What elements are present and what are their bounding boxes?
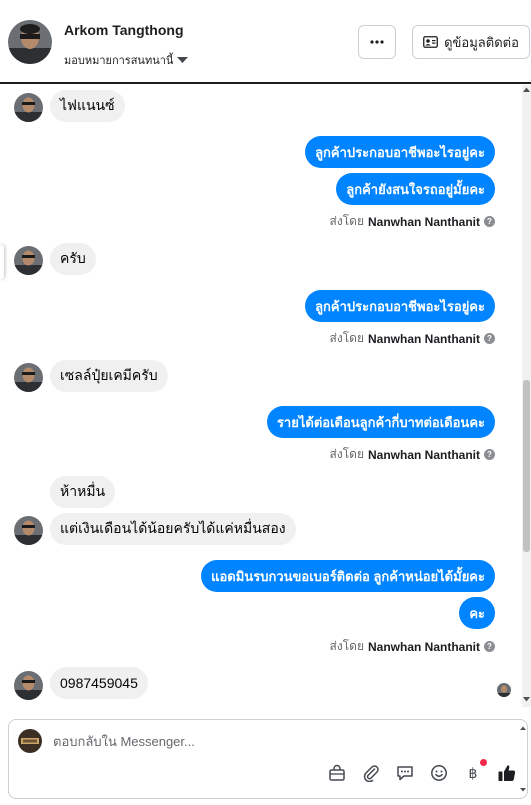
ellipsis-icon: [370, 40, 384, 44]
agent-name: Nanwhan Nanthanit: [367, 447, 480, 462]
customer-name[interactable]: Arkom Tangthong: [64, 22, 184, 38]
outgoing-message[interactable]: ลูกค้ายังสนใจรถอยู่มั้ยคะ: [336, 173, 495, 205]
outgoing-message[interactable]: คะ: [459, 597, 495, 629]
notification-dot: [480, 759, 487, 766]
sent-by-label: ส่งโดย Nanwhan Nanthanit ?: [330, 329, 495, 348]
customer-avatar: [14, 246, 43, 275]
outgoing-message[interactable]: แอดมินรบกวนขอเบอร์ติดต่อ ลูกค้าหน่อยได้ม…: [201, 560, 495, 592]
outgoing-message[interactable]: ลูกค้าประกอบอาชีพอะไรอยู่คะ: [305, 136, 495, 168]
sent-by-label: ส่งโดย Nanwhan Nanthanit ?: [330, 637, 495, 656]
assign-label: มอบหมายการสนทนานี้: [64, 55, 174, 67]
svg-text:฿: ฿: [469, 766, 478, 782]
message-thread[interactable]: ไฟแนนซ์ ลูกค้าประกอบอาชีพอะไรอยู่คะ ลูกค…: [0, 85, 531, 707]
help-icon[interactable]: ?: [484, 333, 495, 344]
view-contact-button[interactable]: ดูข้อมูลติดต่อ: [412, 25, 530, 59]
scrollbar[interactable]: [522, 85, 531, 707]
sent-by-label: ส่งโดย Nanwhan Nanthanit ?: [330, 212, 495, 231]
incoming-message[interactable]: เซลล์ปุ๋ยเคมีครับ: [50, 360, 168, 392]
help-icon[interactable]: ?: [484, 449, 495, 460]
customer-avatar: [14, 671, 43, 700]
assign-conversation[interactable]: มอบหมายการสนทนานี้: [64, 51, 189, 69]
attach-icon[interactable]: [361, 763, 381, 783]
agent-name: Nanwhan Nanthanit: [367, 214, 480, 229]
conversation-header: Arkom Tangthong มอบหมายการสนทนานี้ ดูข้อ…: [0, 0, 531, 84]
emoji-icon[interactable]: [429, 763, 449, 783]
reply-input[interactable]: [53, 734, 493, 749]
incoming-message[interactable]: ห้าหมื่น: [50, 476, 116, 508]
incoming-message[interactable]: ไฟแนนซ์: [50, 90, 125, 122]
customer-avatar: [14, 516, 43, 545]
like-icon[interactable]: [497, 763, 517, 783]
more-options-button[interactable]: [358, 25, 396, 59]
customer-avatar: [14, 93, 43, 122]
page-avatar: [18, 729, 42, 753]
help-icon[interactable]: ?: [484, 641, 495, 652]
seen-indicator-avatar: [497, 683, 511, 697]
scroll-up-icon[interactable]: [523, 87, 530, 93]
bag-icon[interactable]: [327, 763, 347, 783]
customer-avatar[interactable]: [8, 20, 52, 64]
payment-icon[interactable]: ฿: [463, 759, 487, 783]
customer-avatar: [14, 363, 43, 392]
sent-by-label: ส่งโดย Nanwhan Nanthanit ?: [330, 445, 495, 464]
incoming-message[interactable]: 0987459045: [50, 667, 148, 699]
agent-name: Nanwhan Nanthanit: [367, 639, 480, 654]
caret-down-icon: [177, 57, 189, 63]
scrollbar-thumb[interactable]: [523, 380, 530, 552]
composer-scroll-icon[interactable]: [520, 726, 526, 792]
agent-name: Nanwhan Nanthanit: [367, 331, 480, 346]
composer-toolbar: ฿: [327, 759, 517, 783]
reply-composer: ฿: [8, 719, 528, 799]
side-panel-handle[interactable]: [0, 245, 4, 279]
saved-reply-icon[interactable]: [395, 763, 415, 783]
contact-card-icon: [423, 36, 438, 48]
view-contact-label: ดูข้อมูลติดต่อ: [444, 34, 519, 50]
incoming-message[interactable]: ครับ: [50, 243, 96, 275]
outgoing-message[interactable]: รายได้ต่อเดือนลูกค้ากี่บาทต่อเดือนคะ: [266, 406, 495, 438]
outgoing-message[interactable]: ลูกค้าประกอบอาชีพอะไรอยู่คะ: [305, 290, 495, 322]
incoming-message[interactable]: แต่เงินเดือนได้น้อยครับได้แค่หมื่นสอง: [50, 513, 296, 545]
scroll-down-icon[interactable]: [523, 696, 530, 702]
help-icon[interactable]: ?: [484, 216, 495, 227]
